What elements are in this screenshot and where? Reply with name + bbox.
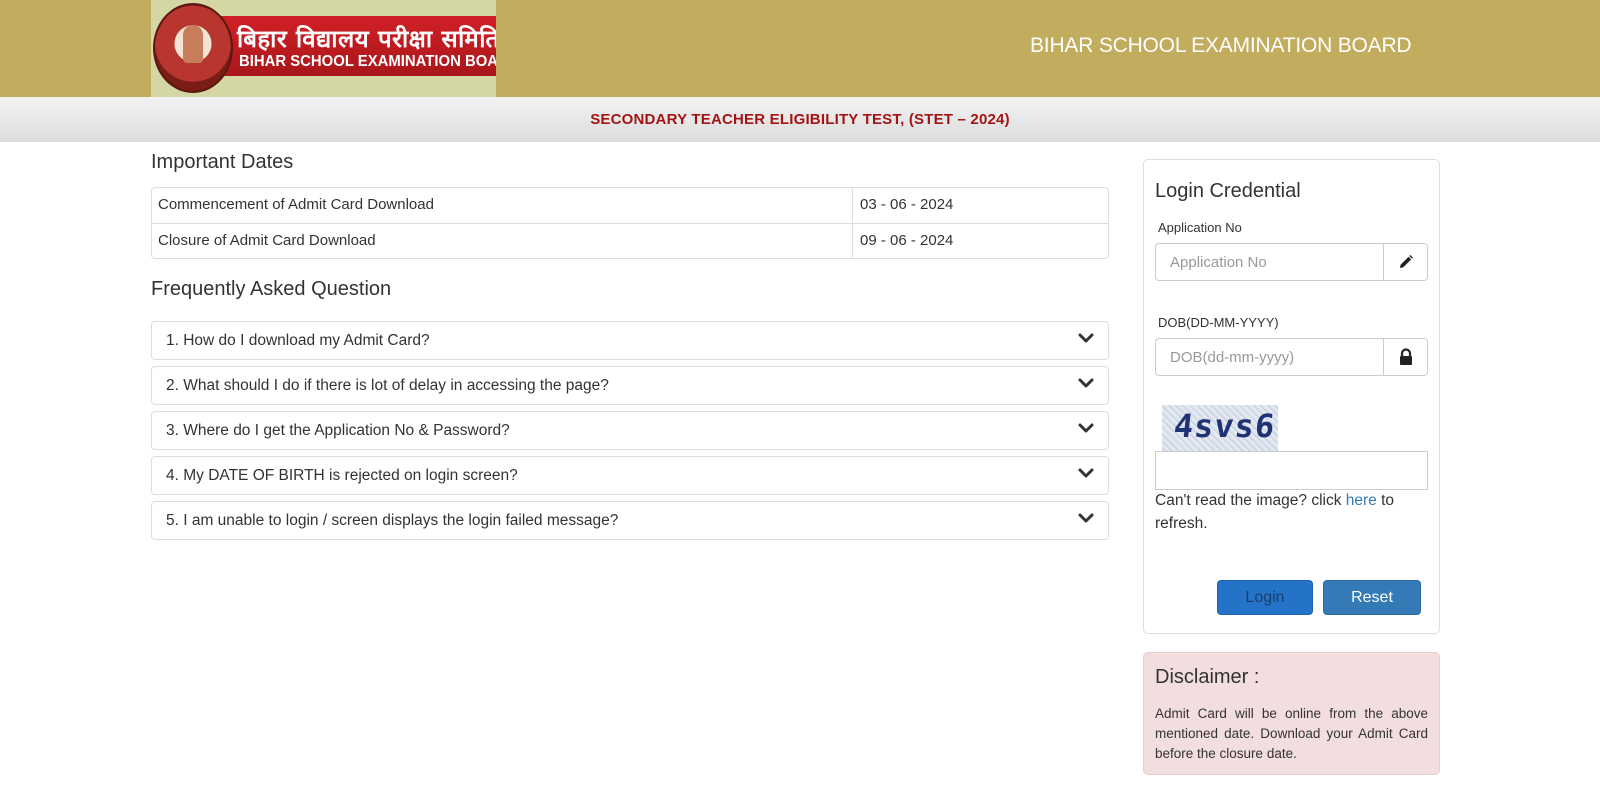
application-no-label: Application No (1158, 220, 1242, 235)
login-button[interactable]: Login (1217, 580, 1313, 615)
board-title: BIHAR SCHOOL EXAMINATION BOARD (1030, 34, 1412, 57)
important-dates-table: Commencement of Admit Card Download 03 -… (151, 187, 1109, 259)
faq-question: 2. What should I do if there is lot of d… (166, 377, 609, 394)
logo-hindi-text: बिहार विद्यालय परीक्षा समिति (237, 25, 496, 53)
exam-title-bar: SECONDARY TEACHER ELIGIBILITY TEST, (STE… (0, 97, 1600, 142)
chevron-down-icon (1078, 468, 1094, 478)
faq-question: 4. My DATE OF BIRTH is rejected on login… (166, 467, 518, 484)
captcha-refresh-text: Can't read the image? click here to refr… (1155, 489, 1435, 535)
chevron-down-icon (1078, 333, 1094, 343)
faq-item-4[interactable]: 4. My DATE OF BIRTH is rejected on login… (151, 456, 1109, 495)
important-dates-heading: Important Dates (151, 151, 294, 173)
login-title: Login Credential (1155, 180, 1301, 202)
refresh-captcha-link[interactable]: here (1346, 492, 1377, 509)
date-value: 03 - 06 - 2024 (860, 196, 954, 213)
captcha-input[interactable] (1155, 451, 1428, 490)
date-label: Closure of Admit Card Download (152, 224, 853, 258)
disclaimer-text: Admit Card will be online from the above… (1155, 706, 1428, 761)
faq-item-5[interactable]: 5. I am unable to login / screen display… (151, 501, 1109, 540)
date-value: 09 - 06 - 2024 (860, 232, 954, 249)
faq-heading: Frequently Asked Question (151, 278, 392, 300)
reset-button[interactable]: Reset (1323, 580, 1421, 615)
table-row: Closure of Admit Card Download 09 - 06 -… (152, 223, 1108, 258)
chevron-down-icon (1078, 423, 1094, 433)
emblem-icon (153, 3, 233, 93)
header-bar: बिहार विद्यालय परीक्षा समिति BIHAR SCHOO… (0, 0, 1600, 97)
dob-label: DOB(DD-MM-YYYY) (1158, 315, 1279, 330)
chevron-down-icon (1078, 513, 1094, 523)
faq-item-1[interactable]: 1. How do I download my Admit Card? (151, 321, 1109, 360)
table-row: Commencement of Admit Card Download 03 -… (152, 188, 1108, 223)
faq-item-2[interactable]: 2. What should I do if there is lot of d… (151, 366, 1109, 405)
pencil-icon (1383, 244, 1427, 280)
lock-icon (1383, 339, 1427, 375)
dob-group (1155, 338, 1428, 376)
captcha-text: 4svs6 (1172, 407, 1278, 445)
bseb-logo[interactable]: बिहार विद्यालय परीक्षा समिति BIHAR SCHOO… (151, 0, 496, 97)
logo-english-text: BIHAR SCHOOL EXAMINATION BOARD (239, 53, 496, 70)
faq-question: 3. Where do I get the Application No & P… (166, 422, 510, 439)
chevron-down-icon (1078, 378, 1094, 388)
application-no-group (1155, 243, 1428, 281)
faq-question: 1. How do I download my Admit Card? (166, 332, 430, 349)
dob-input[interactable] (1156, 339, 1383, 375)
faq-item-3[interactable]: 3. Where do I get the Application No & P… (151, 411, 1109, 450)
captcha-image: 4svs6 (1162, 405, 1278, 452)
exam-title: SECONDARY TEACHER ELIGIBILITY TEST, (STE… (590, 111, 1010, 128)
disclaimer-title: Disclaimer : (1155, 666, 1260, 688)
date-label: Commencement of Admit Card Download (152, 188, 853, 223)
refresh-prefix: Can't read the image? click (1155, 492, 1346, 509)
application-no-input[interactable] (1156, 244, 1383, 280)
faq-question: 5. I am unable to login / screen display… (166, 512, 619, 529)
